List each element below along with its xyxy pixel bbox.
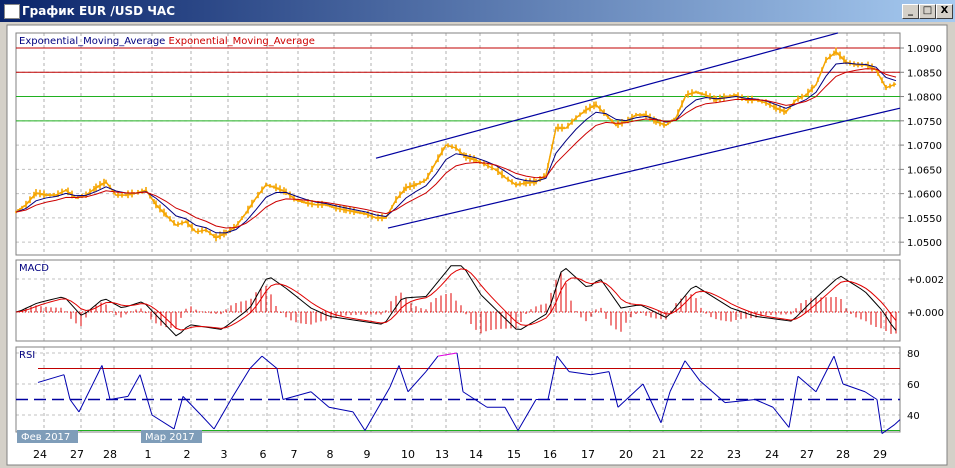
x-tick-label: 29 [873,448,887,461]
x-tick-label: 16 [543,448,557,461]
x-tick-label: 24 [33,448,47,461]
y-tick-label: 1.0700 [907,141,942,152]
x-tick-label: 8 [327,448,334,461]
macd-tick-label: +0.000 [907,308,944,319]
x-tick-label: 10 [401,448,415,461]
legend-ema-fast: Exponential_Moving_Average Exponential_M… [19,36,315,47]
x-tick-label: 28 [836,448,850,461]
x-tick-label: 3 [221,448,228,461]
close-button[interactable]: X [936,4,953,19]
window-title: График EUR /USD ЧАС [22,4,176,18]
macd-title: MACD [19,263,49,274]
maximize-button[interactable]: □ [919,4,936,19]
x-tick-label: 22 [690,448,704,461]
x-tick-label: 7 [291,448,298,461]
rsi-title: RSI [19,350,35,361]
chart-canvas: 24 27 28 1 2 3 6 7 8 9 10 13 14 15 16 17 20 21 22 23 24 27 28 2… [6,24,948,466]
y-tick-label: 1.0850 [907,68,942,79]
window-titlebar: График EUR /USD ЧАС _ □ X [0,0,955,22]
y-tick-label: 1.0600 [907,190,942,201]
macd-tick-label: +0.002 [907,275,944,286]
x-tick-label: 13 [435,448,449,461]
y-tick-label: 1.0550 [907,214,942,225]
minimize-button[interactable]: _ [902,4,919,19]
x-tick-label: 15 [507,448,521,461]
x-tick-label: 2 [184,448,191,461]
month-label: Мар 2017 [145,432,195,443]
y-tick-label: 1.0500 [907,238,942,249]
y-tick-label: 1.0650 [907,165,942,176]
rsi-tick-label: 60 [907,380,920,391]
y-tick-label: 1.0750 [907,117,942,128]
x-tick-label: 23 [727,448,741,461]
x-tick-label: 20 [619,448,633,461]
rsi-tick-label: 80 [907,349,920,360]
x-tick-label: 6 [260,448,267,461]
x-tick-label: 24 [765,448,779,461]
x-tick-label: 9 [364,448,371,461]
chart-app-icon [4,4,20,19]
x-tick-label: 1 [145,448,152,461]
y-tick-label: 1.0800 [907,93,942,104]
x-tick-label: 14 [469,448,483,461]
x-tick-label: 27 [70,448,84,461]
x-tick-label: 21 [652,448,666,461]
month-label: Фев 2017 [21,432,70,443]
rsi-tick-label: 40 [907,411,920,422]
y-tick-label: 1.0900 [907,44,942,55]
x-tick-label: 17 [581,448,595,461]
x-tick-label: 27 [800,448,814,461]
x-tick-label: 28 [103,448,117,461]
